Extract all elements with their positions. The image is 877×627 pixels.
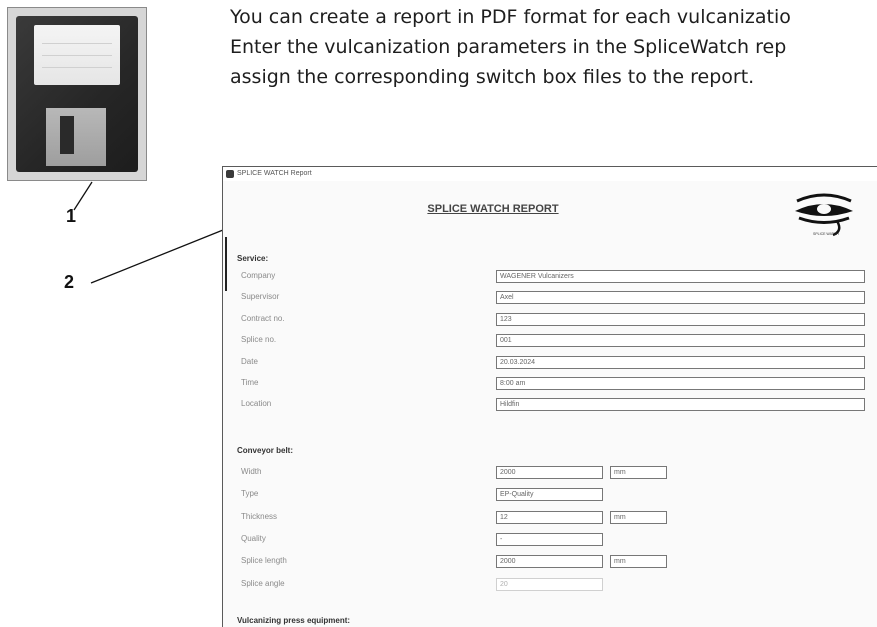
service-field-label: Contract no. <box>241 313 285 323</box>
service-field-input[interactable]: 8:00 am <box>496 377 865 390</box>
belt-field-label: Width <box>241 467 262 476</box>
scrollbar-stub[interactable] <box>225 237 227 291</box>
service-field-label: Location <box>241 399 272 409</box>
service-field-label: Company <box>241 271 276 280</box>
belt-field-label: Thickness <box>241 511 278 521</box>
section-conveyor-belt: Conveyor belt: <box>237 446 294 455</box>
belt-field-unit[interactable]: mm <box>610 555 667 569</box>
app-icon <box>226 170 234 178</box>
callout-number-2: 2 <box>64 272 75 292</box>
service-field-input[interactable]: Hildfin <box>496 398 865 412</box>
section-service: Service: <box>237 254 269 263</box>
service-field-label: Supervisor <box>241 292 280 302</box>
belt-field-input[interactable]: - <box>496 532 603 546</box>
belt-field-input[interactable]: EP-Quality <box>496 488 603 502</box>
callout-line-1 <box>73 181 93 211</box>
belt-field-label: Type <box>241 489 259 499</box>
callout-number-1: 1 <box>66 206 77 226</box>
report-title: SPLICE WATCH REPORT <box>427 203 559 215</box>
window-titlebar: SPLICE WATCH Report <box>223 167 877 181</box>
belt-field-input[interactable]: 2000 <box>496 466 603 479</box>
window-title: SPLICE WATCH Report <box>237 170 312 177</box>
belt-field-unit[interactable]: mm <box>610 466 667 479</box>
service-field-label: Date <box>241 356 258 366</box>
belt-field-input[interactable]: 12 <box>496 510 603 524</box>
splicewatch-eye-logo-icon: SPLICE WATCH <box>795 193 853 237</box>
section-vulcanizing-press: Vulcanizing press equipment: <box>237 616 351 625</box>
belt-field-label: Quality <box>241 533 266 543</box>
service-field-label: Time <box>241 378 259 387</box>
belt-field-unit[interactable]: mm <box>610 510 667 524</box>
service-field-input[interactable]: WAGENER Vulcanizers <box>496 270 865 283</box>
splicewatch-report-window: SPLICE WATCH Report SPLICE WATCH REPORT … <box>222 166 877 627</box>
callout-line-2 <box>90 227 229 284</box>
service-field-input[interactable]: 123 <box>496 312 865 326</box>
belt-field-input[interactable]: 20 <box>496 577 603 591</box>
service-field-label: Splice no. <box>241 335 277 345</box>
logo-caption: SPLICE WATCH <box>813 232 839 236</box>
belt-field-label: Splice length <box>241 556 287 566</box>
service-field-input[interactable]: 001 <box>496 334 865 348</box>
belt-field-label: Splice angle <box>241 578 285 588</box>
belt-field-input[interactable]: 2000 <box>496 555 603 569</box>
service-field-input[interactable]: Axel <box>496 291 865 305</box>
service-field-input[interactable]: 20.03.2024 <box>496 355 865 369</box>
